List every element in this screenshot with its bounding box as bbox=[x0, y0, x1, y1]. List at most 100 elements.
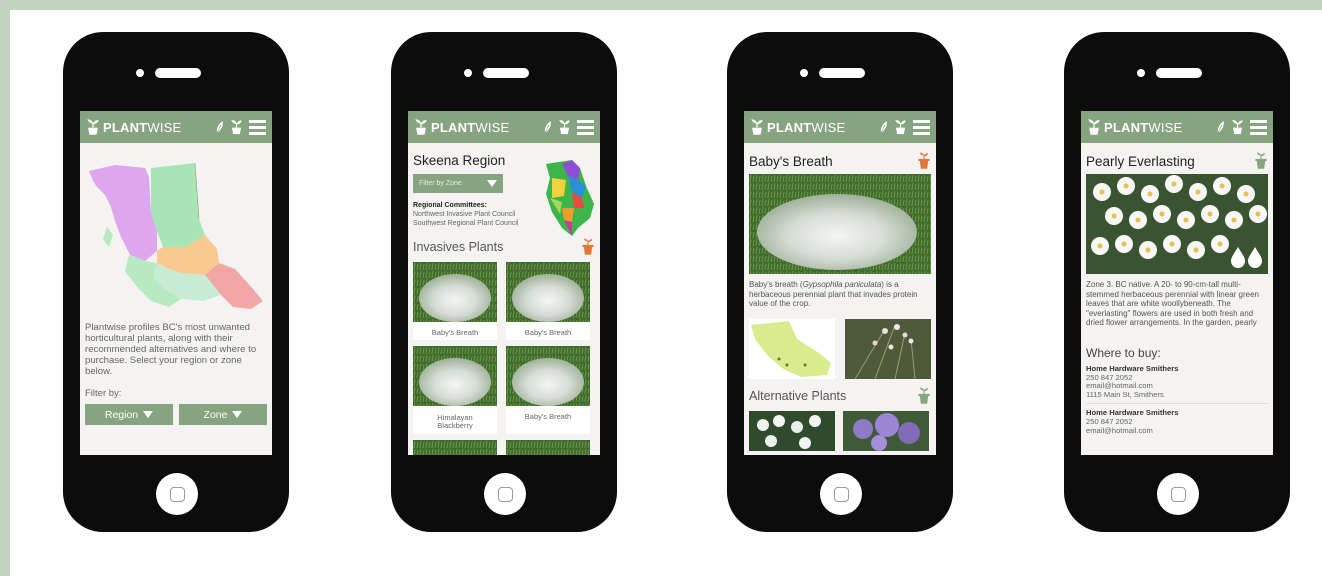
plant-title: Pearly Everlasting bbox=[1086, 153, 1195, 169]
camera-dot bbox=[800, 69, 808, 77]
potted-plant-icon[interactable] bbox=[1231, 119, 1244, 135]
intro-text: Plantwise profiles BC's most unwanted ho… bbox=[85, 322, 257, 377]
brand-logo[interactable]: PLANTWISE bbox=[86, 118, 215, 136]
brand-logo[interactable]: PLANTWISE bbox=[1087, 118, 1216, 136]
plant-hero-photo[interactable] bbox=[749, 174, 931, 274]
phone-region: PLANTWISE Skeena Region Filter by Zone R… bbox=[391, 32, 617, 532]
speaker-slot bbox=[819, 68, 865, 78]
brand-light: WISE bbox=[811, 119, 846, 135]
plant-photo bbox=[413, 262, 497, 322]
latin-name: Gypsophila paniculata bbox=[802, 280, 882, 289]
where-to-buy-heading: Where to buy: bbox=[1086, 346, 1161, 360]
plant-title: Baby's Breath bbox=[749, 153, 833, 169]
potted-plant-icon[interactable] bbox=[558, 119, 571, 135]
plant-name: Baby's Breath bbox=[524, 328, 572, 337]
alternative-pot-icon bbox=[917, 387, 931, 405]
brand-logo[interactable]: PLANTWISE bbox=[750, 118, 879, 136]
committee-link[interactable]: Southwest Regional Plant Council bbox=[413, 220, 518, 227]
region-filter-button[interactable]: Region bbox=[85, 404, 173, 425]
caret-down-icon bbox=[143, 411, 154, 418]
store-email[interactable]: email@hotmail.com bbox=[1086, 426, 1153, 435]
plant-card[interactable]: Himalayan Blackberry bbox=[413, 345, 497, 434]
plant-photo bbox=[506, 345, 590, 406]
zone-filter-dropdown[interactable]: Filter by Zone bbox=[413, 174, 503, 193]
home-button[interactable] bbox=[820, 473, 862, 515]
home-button[interactable] bbox=[1157, 473, 1199, 515]
app-bar: PLANTWISE bbox=[1081, 111, 1273, 143]
hamburger-menu-icon[interactable] bbox=[1250, 120, 1267, 135]
potted-plant-icon[interactable] bbox=[894, 119, 907, 135]
plant-photo bbox=[506, 439, 590, 455]
region-northwest[interactable] bbox=[89, 165, 157, 261]
home-button[interactable] bbox=[156, 473, 198, 515]
brand-bold: PLANT bbox=[431, 119, 476, 135]
region-filter-label: Region bbox=[104, 408, 139, 421]
brand-logo[interactable]: PLANTWISE bbox=[414, 118, 543, 136]
store-address: 1115 Main St, Smithers bbox=[1086, 389, 1164, 399]
camera-dot bbox=[464, 69, 472, 77]
plant-grid: Baby's Breath Baby's Breath Himalayan Bl… bbox=[413, 262, 595, 455]
zone-filter-label: Filter by Zone bbox=[419, 180, 462, 187]
app-bar: PLANTWISE bbox=[80, 111, 272, 143]
brand-light: WISE bbox=[147, 119, 182, 135]
speaker-slot bbox=[155, 68, 201, 78]
region-screen: PLANTWISE Skeena Region Filter by Zone R… bbox=[408, 111, 600, 455]
plant-photo bbox=[413, 439, 497, 455]
filter-label: Filter by: bbox=[85, 388, 122, 399]
leaf-icon[interactable] bbox=[215, 120, 224, 134]
region-haida-gwaii[interactable] bbox=[103, 227, 113, 247]
plant-description: Baby's breath (Gypsophila paniculata) is… bbox=[749, 280, 931, 309]
phone-plant-detail: PLANTWISE Baby's Breath Baby's breath (G… bbox=[727, 32, 953, 532]
alternative-plant-photo[interactable] bbox=[843, 410, 929, 451]
leaf-icon[interactable] bbox=[543, 120, 552, 134]
potted-plant-icon bbox=[1087, 118, 1101, 136]
store-listing[interactable]: Home Hardware Smithers 250 847 2052 emai… bbox=[1086, 364, 1268, 405]
plant-detail-screen: PLANTWISE Baby's Breath Baby's breath (G… bbox=[744, 111, 936, 455]
zone-heat-map[interactable] bbox=[542, 158, 596, 238]
potted-plant-icon bbox=[414, 118, 428, 136]
plant-card[interactable] bbox=[413, 439, 497, 455]
plant-description: Zone 3. BC native. A 20- to 90-cm-tall m… bbox=[1086, 280, 1259, 328]
hamburger-menu-icon[interactable] bbox=[577, 120, 594, 135]
store-listing[interactable]: Home Hardware Smithers 250 847 2052 emai… bbox=[1086, 409, 1268, 439]
committee-link[interactable]: Northwest Invasive Plant Council bbox=[413, 211, 515, 218]
alternative-pot-icon bbox=[1254, 152, 1268, 170]
brand-light: WISE bbox=[475, 119, 510, 135]
hamburger-menu-icon[interactable] bbox=[249, 120, 266, 135]
region-northeast[interactable] bbox=[151, 163, 205, 247]
plant-name: Baby's Breath bbox=[524, 411, 572, 421]
leaf-icon[interactable] bbox=[1216, 120, 1225, 134]
bc-region-map[interactable] bbox=[85, 151, 267, 311]
brand-bold: PLANT bbox=[1104, 119, 1149, 135]
camera-dot bbox=[136, 69, 144, 77]
distribution-map[interactable] bbox=[749, 318, 835, 379]
potted-plant-icon[interactable] bbox=[230, 119, 243, 135]
potted-plant-icon bbox=[750, 118, 764, 136]
invasive-pot-icon bbox=[581, 238, 595, 256]
section-title: Invasives Plants bbox=[413, 240, 504, 254]
zone-filter-button[interactable]: Zone bbox=[179, 404, 267, 425]
invasive-pot-icon bbox=[917, 152, 931, 170]
zone-filter-label: Zone bbox=[203, 408, 228, 421]
leaf-icon[interactable] bbox=[879, 120, 888, 134]
committees-heading: Regional Committees: bbox=[413, 202, 487, 209]
plant-card[interactable] bbox=[506, 439, 590, 455]
brand-bold: PLANT bbox=[103, 119, 148, 135]
potted-plant-icon bbox=[86, 118, 100, 136]
plant-card[interactable]: Baby's Breath bbox=[413, 262, 497, 340]
home-button[interactable] bbox=[484, 473, 526, 515]
caret-down-icon bbox=[487, 180, 497, 187]
phone-home: PLANTWISE Plantwise profiles BC's most u… bbox=[63, 32, 289, 532]
alternative-plant-photo[interactable] bbox=[749, 410, 835, 451]
desc-before: Baby's breath ( bbox=[749, 280, 803, 289]
caret-down-icon bbox=[232, 411, 243, 418]
plant-card[interactable]: Baby's Breath bbox=[506, 345, 590, 434]
brand-bold: PLANT bbox=[767, 119, 812, 135]
plant-name: Himalayan Blackberry bbox=[437, 412, 473, 430]
speaker-slot bbox=[483, 68, 529, 78]
water-drop-icon bbox=[1231, 247, 1262, 268]
hamburger-menu-icon[interactable] bbox=[913, 120, 930, 135]
plant-card[interactable]: Baby's Breath bbox=[506, 262, 590, 340]
flower-closeup-photo[interactable] bbox=[845, 318, 931, 379]
section-title: Alternative Plants bbox=[749, 388, 847, 403]
